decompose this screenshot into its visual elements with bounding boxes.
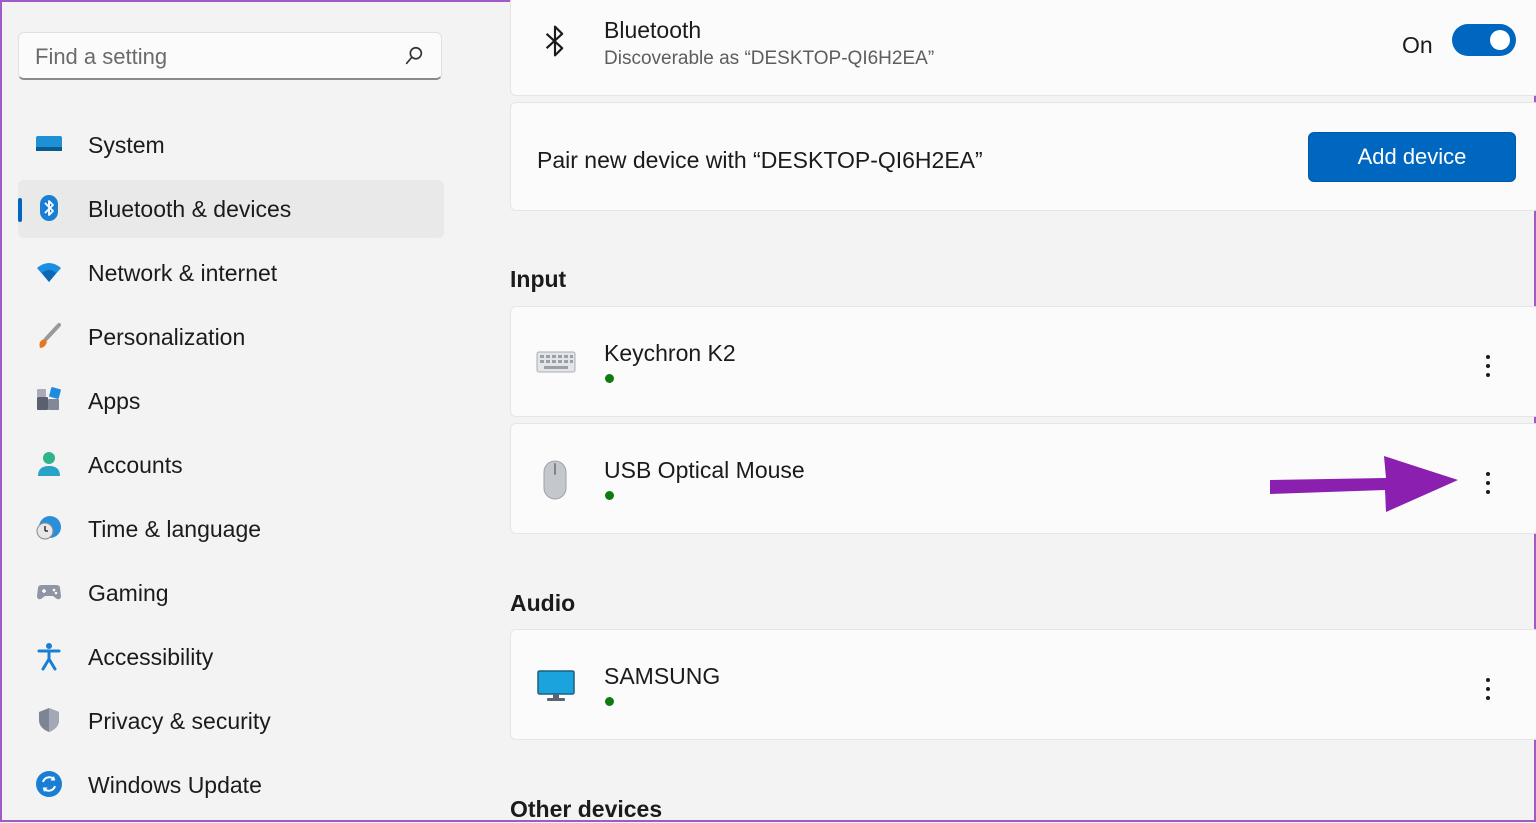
bluetooth-card: Bluetooth Discoverable as “DESKTOP-QI6H2… bbox=[510, 0, 1536, 96]
sidebar-item-label: System bbox=[88, 131, 165, 158]
sidebar-item-network[interactable]: Network & internet bbox=[18, 244, 444, 302]
bluetooth-icon bbox=[545, 25, 564, 57]
sidebar-item-label: Apps bbox=[88, 387, 141, 414]
sidebar-item-apps[interactable]: Apps bbox=[18, 372, 444, 430]
sidebar-item-label: Network & internet bbox=[88, 259, 278, 286]
pair-device-text: Pair new device with “DESKTOP-QI6H2EA” bbox=[537, 147, 983, 173]
sidebar-item-label: Accounts bbox=[88, 451, 183, 478]
sidebar-item-label: Time & language bbox=[88, 515, 262, 542]
person-icon bbox=[38, 452, 60, 476]
device-name: Keychron K2 bbox=[604, 340, 736, 366]
search-input[interactable] bbox=[33, 41, 397, 73]
sidebar-item-label: Windows Update bbox=[88, 771, 262, 798]
annotation-arrow bbox=[1270, 456, 1458, 512]
sidebar-item-personalization[interactable]: Personalization bbox=[18, 308, 444, 366]
toggle-knob bbox=[1490, 30, 1510, 50]
settings-window: System Bluetooth & devices Network & int… bbox=[2, 0, 1536, 822]
brush-icon bbox=[39, 323, 61, 348]
sidebar-item-bluetooth[interactable]: Bluetooth & devices bbox=[18, 180, 444, 238]
device-card-keyboard[interactable]: Keychron K2 bbox=[510, 306, 1536, 417]
section-title-other-devices: Other devices bbox=[510, 796, 663, 822]
more-options-icon[interactable] bbox=[1483, 352, 1493, 380]
sidebar-nav: System Bluetooth & devices Network & int… bbox=[2, 116, 462, 820]
sidebar-item-accessibility[interactable]: Accessibility bbox=[18, 628, 444, 686]
bluetooth-title: Bluetooth bbox=[604, 17, 702, 43]
connected-status-dot bbox=[605, 697, 614, 706]
sidebar-item-time-language[interactable]: Time & language bbox=[18, 500, 444, 558]
keyboard-icon bbox=[536, 351, 576, 373]
search-icon[interactable] bbox=[403, 45, 425, 67]
accessibility-icon bbox=[37, 643, 61, 671]
device-card-samsung[interactable]: SAMSUNG bbox=[510, 629, 1536, 740]
sidebar-item-windows-update[interactable]: Windows Update bbox=[18, 756, 444, 814]
apps-icon bbox=[37, 387, 61, 410]
sidebar-item-privacy[interactable]: Privacy & security bbox=[18, 692, 444, 750]
sidebar-item-accounts[interactable]: Accounts bbox=[18, 436, 444, 494]
device-name: SAMSUNG bbox=[604, 663, 721, 689]
system-icon bbox=[36, 136, 62, 151]
bluetooth-toggle[interactable] bbox=[1452, 24, 1516, 56]
connected-status-dot bbox=[605, 491, 614, 500]
more-options-icon[interactable] bbox=[1483, 469, 1493, 497]
connected-status-dot bbox=[605, 374, 614, 383]
sidebar-item-label: Privacy & security bbox=[88, 707, 271, 734]
section-title-audio: Audio bbox=[510, 590, 576, 616]
shield-icon bbox=[39, 708, 59, 732]
update-icon bbox=[36, 771, 62, 797]
wifi-icon bbox=[37, 263, 61, 282]
sidebar-item-label: Personalization bbox=[88, 323, 246, 350]
section-title-input: Input bbox=[510, 266, 567, 292]
bluetooth-subtitle: Discoverable as “DESKTOP-QI6H2EA” bbox=[604, 48, 935, 69]
mouse-icon bbox=[543, 460, 567, 500]
sidebar-item-gaming[interactable]: Gaming bbox=[18, 564, 444, 622]
sidebar-item-system[interactable]: System bbox=[18, 116, 444, 174]
sidebar-item-label: Bluetooth & devices bbox=[88, 195, 292, 222]
globe-clock-icon bbox=[36, 516, 61, 540]
sidebar-item-label: Gaming bbox=[88, 579, 169, 606]
gamepad-icon bbox=[37, 585, 61, 600]
search-box[interactable] bbox=[18, 32, 442, 80]
add-device-button[interactable]: Add device bbox=[1308, 132, 1516, 182]
bluetooth-state-label: On bbox=[1402, 32, 1433, 58]
active-indicator bbox=[18, 198, 22, 222]
sidebar-item-label: Accessibility bbox=[88, 643, 214, 670]
device-name: USB Optical Mouse bbox=[604, 457, 805, 483]
bluetooth-icon bbox=[40, 195, 58, 221]
more-options-icon[interactable] bbox=[1483, 675, 1493, 703]
monitor-icon bbox=[537, 670, 575, 701]
